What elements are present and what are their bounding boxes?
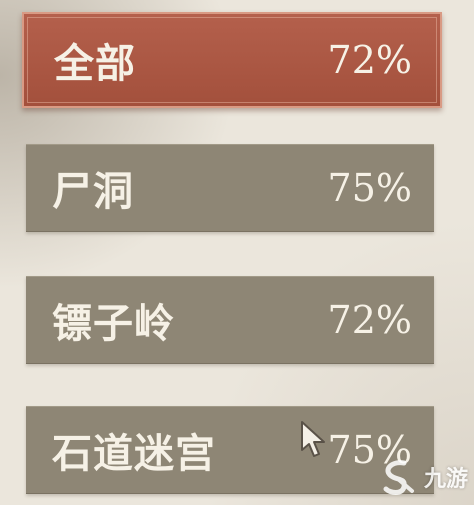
watermark-text: 九游 — [423, 467, 468, 492]
tab-biaoziling-percent: 72% — [327, 298, 412, 342]
tab-all-percent: 72% — [327, 38, 412, 82]
tab-all-label: 全部 — [54, 40, 136, 87]
tab-biaoziling-label: 镖子岭 — [52, 300, 175, 347]
tab-shidao-migong[interactable]: 石道迷宫 75% — [26, 406, 434, 494]
tab-shidong-label: 尸洞 — [52, 168, 134, 215]
tab-shidong[interactable]: 尸洞 75% — [26, 144, 434, 232]
jiuyou-logo-icon — [383, 460, 414, 495]
tab-all[interactable]: 全部 72% — [22, 12, 442, 108]
tab-shidao-migong-label: 石道迷宫 — [52, 430, 216, 477]
pointer-cursor-icon — [301, 421, 325, 457]
tab-biaoziling[interactable]: 镖子岭 72% — [26, 276, 434, 364]
tab-shidong-percent: 75% — [327, 166, 412, 210]
watermark: 九游 — [378, 455, 468, 499]
